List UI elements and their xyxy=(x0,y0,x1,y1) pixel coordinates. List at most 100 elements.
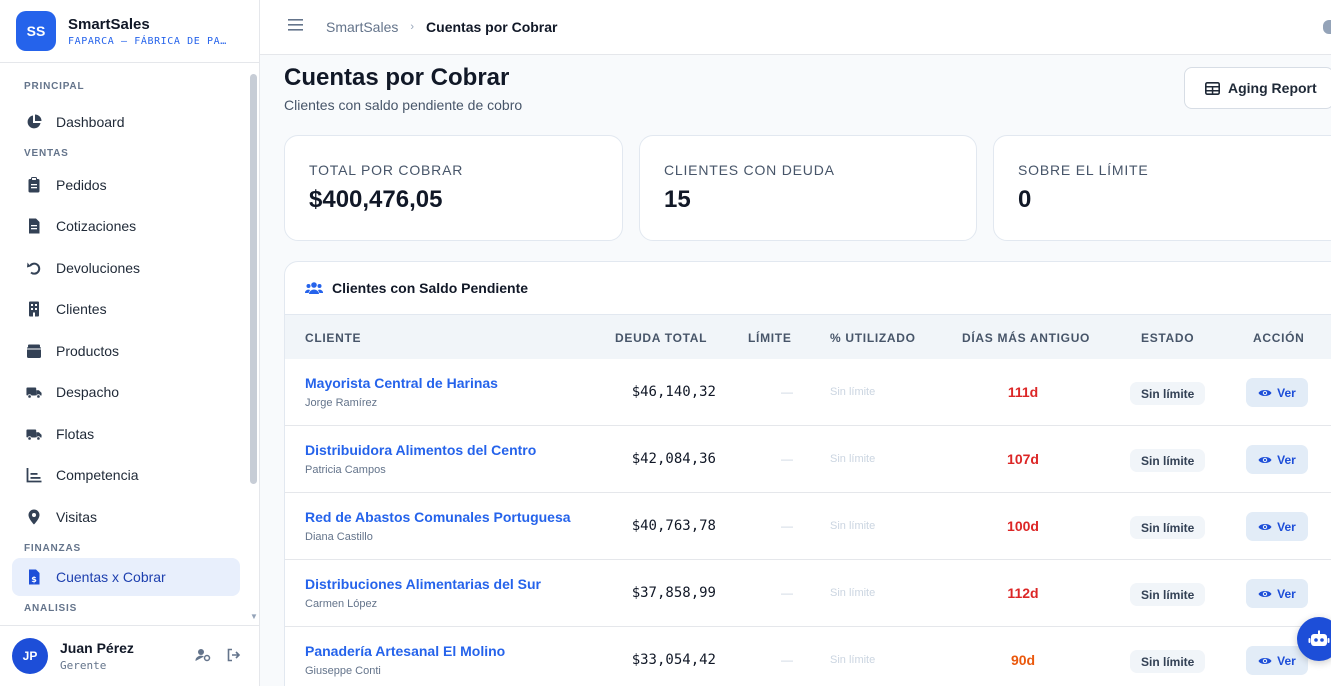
client-contact: Diana Castillo xyxy=(305,531,373,543)
debt-total: $37,858,99 xyxy=(631,585,716,601)
table-row: Red de Abastos Comunales Portuguesa Dian… xyxy=(285,493,1331,560)
sidebar-scrollbar[interactable] xyxy=(250,74,257,484)
user-role: Gerente xyxy=(60,659,107,672)
stat-label: TOTAL POR COBRAR xyxy=(309,162,464,178)
eye-icon xyxy=(1258,590,1272,597)
sidebar-item-pedidos[interactable]: Pedidos xyxy=(12,166,240,204)
column-header: CLIENTE xyxy=(305,331,362,345)
sidebar-item-flotas[interactable]: Flotas xyxy=(12,415,240,453)
sidebar-item-visitas[interactable]: Visitas xyxy=(12,498,240,536)
client-name-link[interactable]: Mayorista Central de Harinas xyxy=(305,375,498,391)
client-contact: Patricia Campos xyxy=(305,464,386,476)
stat-card-limite: SOBRE EL LÍMITE 0 xyxy=(993,135,1331,241)
main-content: Cuentas por Cobrar Clientes con saldo pe… xyxy=(260,56,1331,686)
debt-total: $33,054,42 xyxy=(631,652,716,668)
view-button[interactable]: Ver xyxy=(1246,646,1308,675)
credit-limit: — xyxy=(781,519,793,533)
client-contact: Jorge Ramírez xyxy=(305,397,378,409)
truck-icon xyxy=(26,426,42,442)
breadcrumb-home[interactable]: SmartSales xyxy=(326,19,398,35)
sidebar-item-label: Devoluciones xyxy=(56,259,141,276)
breadcrumb-current: Cuentas por Cobrar xyxy=(426,19,558,35)
sidebar-item-dashboard[interactable]: Dashboard xyxy=(12,103,240,141)
view-label: Ver xyxy=(1277,653,1296,668)
column-header: LÍMITE xyxy=(748,331,792,345)
view-button[interactable]: Ver xyxy=(1246,378,1308,407)
client-name-link[interactable]: Distribuciones Alimentarias del Sur xyxy=(305,576,541,592)
eye-icon xyxy=(1258,389,1272,396)
sidebar-item-competencia[interactable]: Competencia xyxy=(12,456,240,494)
credit-limit: — xyxy=(781,586,793,600)
view-button[interactable]: Ver xyxy=(1246,445,1308,474)
status-badge: Sin límite xyxy=(1130,382,1206,405)
logout-icon[interactable] xyxy=(227,648,241,667)
eye-icon xyxy=(1258,523,1272,530)
sidebar-item-devoluciones[interactable]: Devoluciones xyxy=(12,249,240,287)
sidebar-item-label: Competencia xyxy=(56,467,139,483)
client-contact: Carmen López xyxy=(305,598,378,610)
menu-icon[interactable] xyxy=(288,18,304,37)
user-panel: JP Juan Pérez Gerente xyxy=(0,625,259,686)
column-header: DÍAS MÁS ANTIGUO xyxy=(962,331,1091,345)
credit-limit: — xyxy=(781,653,793,667)
table-row: Panadería Artesanal El Molino Giuseppe C… xyxy=(285,627,1331,686)
table-row: Distribuciones Alimentarias del Sur Carm… xyxy=(285,560,1331,627)
scroll-down-icon[interactable]: ▼ xyxy=(250,612,258,621)
table-row: Mayorista Central de Harinas Jorge Ramír… xyxy=(285,359,1331,426)
notification-icon[interactable] xyxy=(1323,20,1331,34)
clients-table-card: Clientes con Saldo Pendiente CLIENTE DEU… xyxy=(284,261,1331,686)
box-icon xyxy=(26,343,42,359)
section-ventas: VENTAS xyxy=(24,148,69,159)
usage-percent: Sin límite xyxy=(830,587,876,599)
sidebar-item-cotizaciones[interactable]: Cotizaciones xyxy=(12,207,240,245)
document-icon xyxy=(26,218,42,234)
sidebar-item-productos[interactable]: Productos xyxy=(12,332,240,370)
usage-percent: Sin límite xyxy=(830,386,876,398)
truck-icon xyxy=(26,384,42,400)
sidebar-item-despacho[interactable]: Despacho xyxy=(12,373,240,411)
table-header: CLIENTE DEUDA TOTAL LÍMITE % UTILIZADO D… xyxy=(285,315,1331,359)
sidebar-item-clientes[interactable]: Clientes xyxy=(12,290,240,328)
section-analisis: ANALISIS xyxy=(24,603,78,614)
client-name-link[interactable]: Panadería Artesanal El Molino xyxy=(305,643,505,659)
usage-percent: Sin límite xyxy=(830,520,876,532)
sidebar-item-cuentas-x-cobrar[interactable]: $ Cuentas x Cobrar xyxy=(12,558,240,596)
view-label: Ver xyxy=(1277,586,1296,601)
stat-value: 15 xyxy=(664,186,691,213)
undo-icon xyxy=(26,260,42,276)
user-settings-icon[interactable] xyxy=(195,648,211,667)
chart-bar-icon xyxy=(26,467,42,483)
building-icon xyxy=(26,301,42,317)
credit-limit: — xyxy=(781,452,793,466)
client-name-link[interactable]: Red de Abastos Comunales Portuguesa xyxy=(305,509,571,525)
section-principal: PRINCIPAL xyxy=(24,80,85,92)
sidebar-item-label: Clientes xyxy=(56,301,107,317)
brand-name: SmartSales xyxy=(68,15,150,33)
svg-text:$: $ xyxy=(31,575,37,584)
sidebar: SS SmartSales FAPARCA — FÁBRICA DE PA… P… xyxy=(0,0,260,686)
aging-report-button[interactable]: Aging Report xyxy=(1184,67,1331,109)
client-name-link[interactable]: Distribuidora Alimentos del Centro xyxy=(305,442,536,458)
view-button[interactable]: Ver xyxy=(1246,512,1308,541)
view-label: Ver xyxy=(1277,519,1296,534)
usage-percent: Sin límite xyxy=(830,654,876,666)
column-header: ACCIÓN xyxy=(1253,331,1305,345)
table-row: Distribuidora Alimentos del Centro Patri… xyxy=(285,426,1331,493)
sidebar-nav: PRINCIPAL Dashboard VENTAS Pedidos Cotiz… xyxy=(0,63,252,625)
user-name: Juan Pérez xyxy=(60,640,134,656)
status-badge: Sin límite xyxy=(1130,650,1206,673)
avatar: JP xyxy=(12,638,48,674)
stat-card-clientes: CLIENTES CON DEUDA 15 xyxy=(639,135,977,241)
view-button[interactable]: Ver xyxy=(1246,579,1308,608)
sidebar-item-label: Cuentas x Cobrar xyxy=(56,569,166,585)
status-badge: Sin límite xyxy=(1130,516,1206,539)
debt-total: $46,140,32 xyxy=(631,384,716,400)
sidebar-item-label: Dashboard xyxy=(56,114,125,130)
status-badge: Sin límite xyxy=(1130,583,1206,606)
view-label: Ver xyxy=(1277,385,1296,400)
eye-icon xyxy=(1258,456,1272,463)
topbar: SmartSales › Cuentas por Cobrar xyxy=(260,0,1331,55)
sidebar-item-label: Visitas xyxy=(56,508,97,525)
usage-percent: Sin límite xyxy=(830,453,876,465)
aging-report-label: Aging Report xyxy=(1228,80,1317,96)
